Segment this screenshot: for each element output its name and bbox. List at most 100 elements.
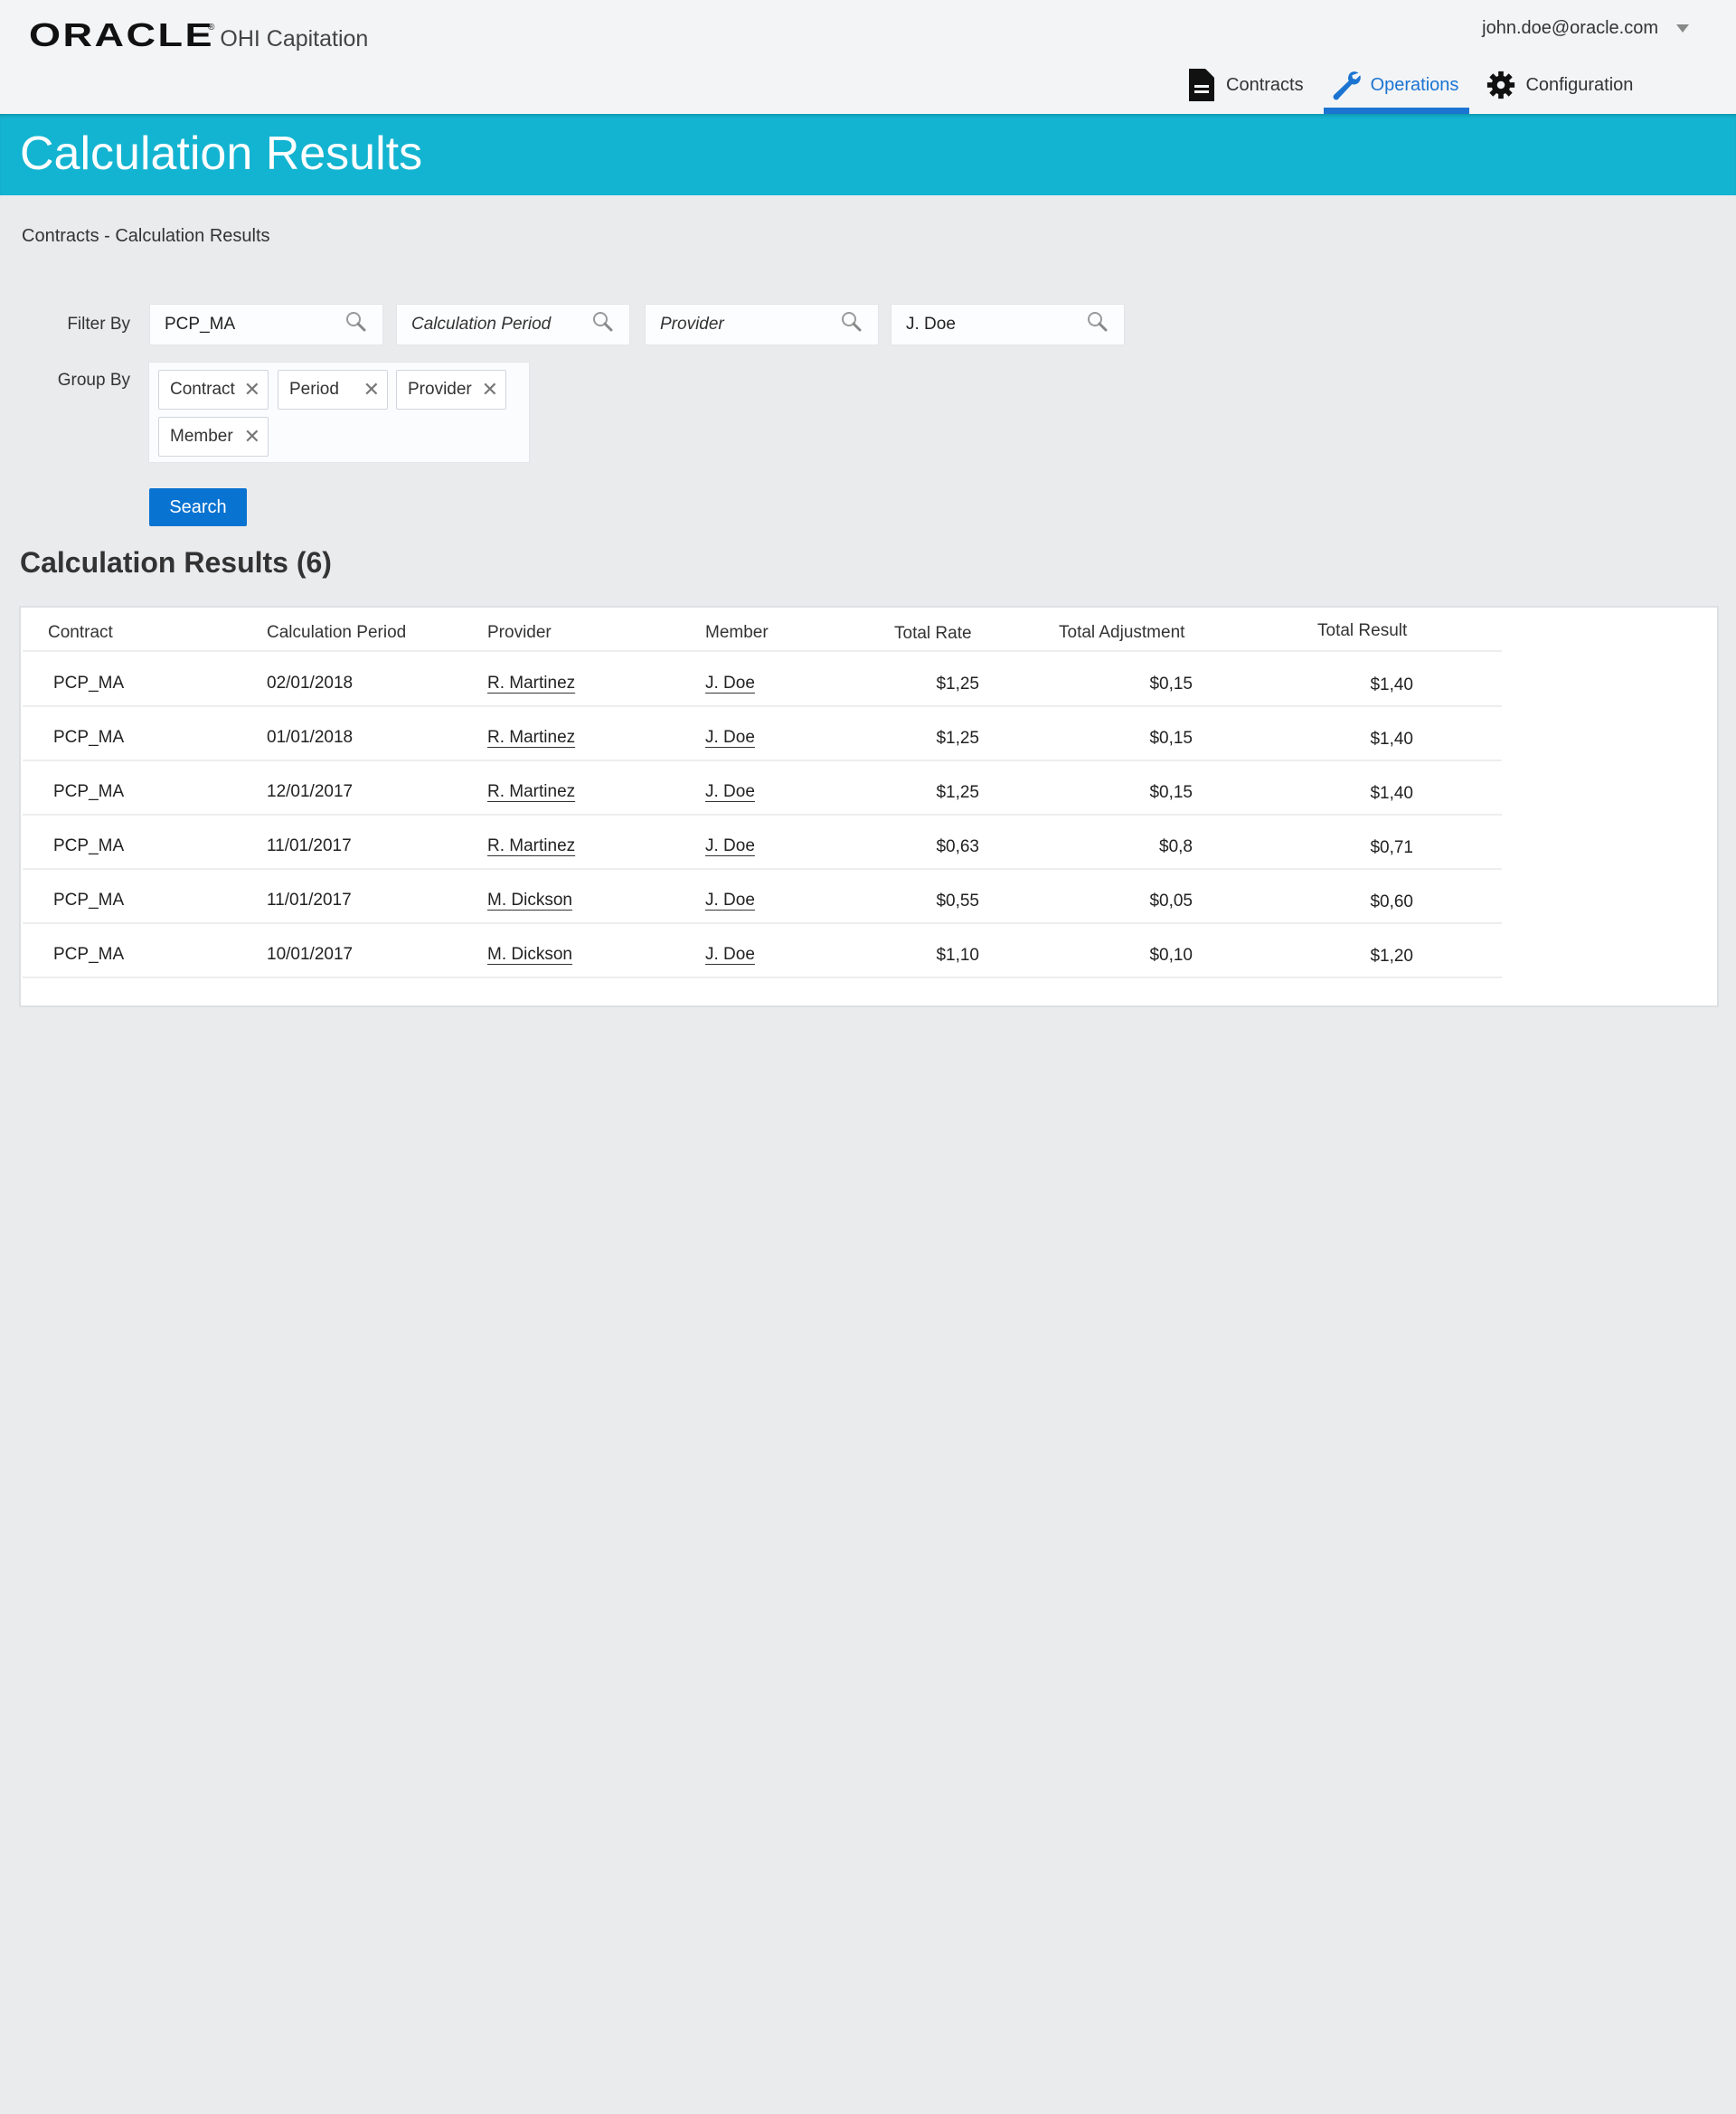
cell-member[interactable]: J. Doe (705, 674, 755, 694)
cell-provider[interactable]: R. Martinez (487, 674, 575, 694)
remove-chip-icon[interactable]: ✕ (244, 427, 260, 447)
row-divider (23, 814, 1502, 816)
remove-chip-icon[interactable]: ✕ (363, 380, 380, 400)
cell-total-rate: $1,25 (936, 783, 979, 802)
cell-total-adjustment: $0,8 (1159, 837, 1193, 856)
row-divider (23, 922, 1502, 924)
search-icon[interactable] (1086, 310, 1109, 339)
cell-contract: PCP_MA (53, 674, 125, 693)
contract-filter-input[interactable]: PCP_MA (149, 304, 383, 345)
row-divider (23, 705, 1502, 707)
provider-filter-input[interactable]: Provider (645, 304, 879, 345)
cell-contract: PCP_MA (53, 836, 125, 855)
cell-total-result: $1,40 (1370, 784, 1413, 803)
results-table: Contract Calculation Period Provider Member… (19, 606, 1719, 1007)
calculation-period-filter-input[interactable]: Calculation Period (396, 304, 630, 345)
caret-down-icon (1676, 24, 1689, 33)
logo-registered-mark: ® (208, 23, 215, 33)
column-header-total-adjustment[interactable]: Total Adjustment (1059, 623, 1184, 643)
cell-member[interactable]: J. Doe (705, 782, 755, 802)
user-menu[interactable]: john.doe@oracle.com (1482, 18, 1689, 39)
cell-calculation-period: 11/01/2017 (267, 836, 352, 855)
results-title: Calculation Results (6) (20, 546, 332, 579)
breadcrumb-text: Contracts - Calculation Results (22, 226, 270, 246)
column-header-member[interactable]: Member (705, 623, 769, 643)
column-header-provider[interactable]: Provider (487, 623, 552, 643)
main-nav: Contracts Operations Configuration (1175, 63, 1649, 114)
cell-total-adjustment: $0,15 (1149, 729, 1193, 748)
chip-label: Member (170, 427, 233, 446)
cell-total-rate: $1,25 (936, 675, 979, 694)
cell-total-result: $0,71 (1370, 838, 1413, 857)
cell-total-rate: $1,25 (936, 729, 979, 748)
cell-provider[interactable]: R. Martinez (487, 836, 575, 856)
wrench-icon (1331, 68, 1362, 102)
row-divider (23, 868, 1502, 870)
app-header: ORACLE ® OHI Capitation john.doe@oracle.… (0, 0, 1736, 114)
cell-provider[interactable]: M. Dickson (487, 891, 572, 911)
cell-total-rate: $0,63 (936, 837, 979, 856)
search-icon[interactable] (591, 310, 615, 339)
row-divider (23, 977, 1502, 978)
contract-filter-value: PCP_MA (165, 315, 236, 334)
group-by-chip-box[interactable]: Contract ✕ Period ✕ Provider ✕ Member ✕ (148, 362, 530, 463)
nav-label: Configuration (1525, 74, 1634, 95)
row-divider (23, 760, 1502, 761)
group-chip-contract: Contract ✕ (158, 370, 269, 410)
cell-contract: PCP_MA (53, 945, 125, 964)
group-by-label: Group By (57, 371, 130, 390)
member-filter-input[interactable]: J. Doe (891, 304, 1125, 345)
column-header-total-result[interactable]: Total Result (1317, 621, 1407, 641)
cell-calculation-period: 11/01/2017 (267, 891, 352, 910)
cell-contract: PCP_MA (53, 891, 125, 910)
search-button[interactable]: Search (149, 488, 247, 526)
document-icon (1186, 68, 1217, 102)
user-email: john.doe@oracle.com (1482, 18, 1658, 38)
chip-label: Period (289, 380, 339, 399)
cell-total-result: $1,20 (1370, 947, 1413, 966)
cell-member[interactable]: J. Doe (705, 945, 755, 965)
cell-contract: PCP_MA (53, 782, 125, 801)
cell-provider[interactable]: M. Dickson (487, 945, 572, 965)
cell-total-adjustment: $0,10 (1149, 946, 1193, 965)
nav-label: Operations (1370, 74, 1459, 95)
search-icon[interactable] (840, 310, 863, 339)
cell-provider[interactable]: R. Martinez (487, 728, 575, 748)
provider-placeholder: Provider (660, 315, 724, 334)
member-filter-value: J. Doe (906, 315, 956, 334)
cell-calculation-period: 12/01/2017 (267, 782, 354, 801)
column-header-total-rate[interactable]: Total Rate (894, 624, 972, 644)
breadcrumb: Contracts - Calculation Results (22, 226, 270, 247)
calculation-period-placeholder: Calculation Period (411, 315, 552, 334)
column-header-calculation-period[interactable]: Calculation Period (267, 623, 406, 643)
cell-total-result: $1,40 (1370, 730, 1413, 749)
remove-chip-icon[interactable]: ✕ (244, 380, 260, 400)
chip-label: Contract (170, 380, 235, 399)
cell-provider[interactable]: R. Martinez (487, 782, 575, 802)
page-title: Calculation Results (20, 127, 423, 180)
nav-tab-contracts[interactable]: Contracts (1175, 63, 1315, 114)
group-chip-period: Period ✕ (278, 370, 388, 410)
gear-icon (1486, 68, 1516, 102)
cell-member[interactable]: J. Doe (705, 728, 755, 748)
group-chip-provider: Provider ✕ (396, 370, 506, 410)
cell-member[interactable]: J. Doe (705, 891, 755, 911)
cell-calculation-period: 01/01/2018 (267, 728, 354, 747)
title-band: Calculation Results (0, 114, 1736, 195)
chip-label: Provider (408, 380, 472, 399)
nav-tab-operations[interactable]: Operations (1320, 63, 1470, 114)
cell-total-adjustment: $0,15 (1149, 675, 1193, 694)
remove-chip-icon[interactable]: ✕ (482, 380, 498, 400)
cell-member[interactable]: J. Doe (705, 836, 755, 856)
cell-calculation-period: 02/01/2018 (267, 674, 354, 693)
cell-total-result: $1,40 (1370, 675, 1413, 694)
cell-total-adjustment: $0,15 (1149, 783, 1193, 802)
logo-brand: ORACLE (29, 16, 214, 53)
cell-calculation-period: 10/01/2017 (267, 945, 354, 964)
cell-total-rate: $0,55 (936, 892, 979, 911)
search-icon[interactable] (344, 310, 368, 339)
nav-tab-configuration[interactable]: Configuration (1475, 63, 1644, 114)
cell-total-result: $0,60 (1370, 892, 1413, 911)
filter-by-label: Filter By (67, 315, 130, 334)
column-header-contract[interactable]: Contract (48, 623, 113, 643)
